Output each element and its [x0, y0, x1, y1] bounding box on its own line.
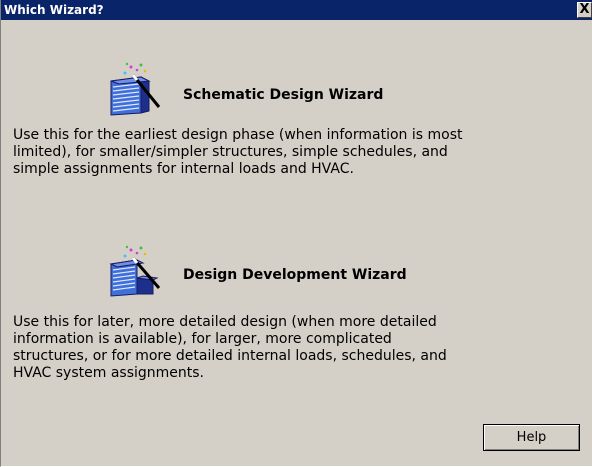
development-wizard-building-wand-icon[interactable] — [107, 244, 163, 300]
description-line: HVAC system assignments. — [13, 365, 205, 381]
title-bar[interactable]: Which Wizard? X — [1, 0, 592, 20]
which-wizard-dialog: Which Wizard? X Schematic Design Wizard — [0, 0, 592, 467]
description-line: Use this for later, more detailed design… — [13, 314, 437, 330]
window-title: Which Wizard? — [4, 3, 104, 17]
development-wizard-title[interactable]: Design Development Wizard — [183, 266, 407, 284]
schematic-wizard-building-wand-icon[interactable] — [107, 61, 163, 117]
description-line: Use this for the earliest design phase (… — [13, 127, 463, 143]
schematic-wizard-title[interactable]: Schematic Design Wizard — [183, 86, 383, 104]
description-line: information is available), for larger, m… — [13, 331, 392, 347]
description-line: structures, or for more detailed interna… — [13, 348, 447, 364]
development-wizard-description: Use this for later, more detailed design… — [13, 314, 583, 382]
description-line: limited), for smaller/simpler structures… — [13, 144, 448, 160]
close-button[interactable]: X — [577, 2, 592, 18]
description-line: simple assignments for internal loads an… — [13, 161, 354, 177]
help-button[interactable]: Help — [483, 424, 580, 451]
schematic-wizard-description: Use this for the earliest design phase (… — [13, 127, 583, 178]
